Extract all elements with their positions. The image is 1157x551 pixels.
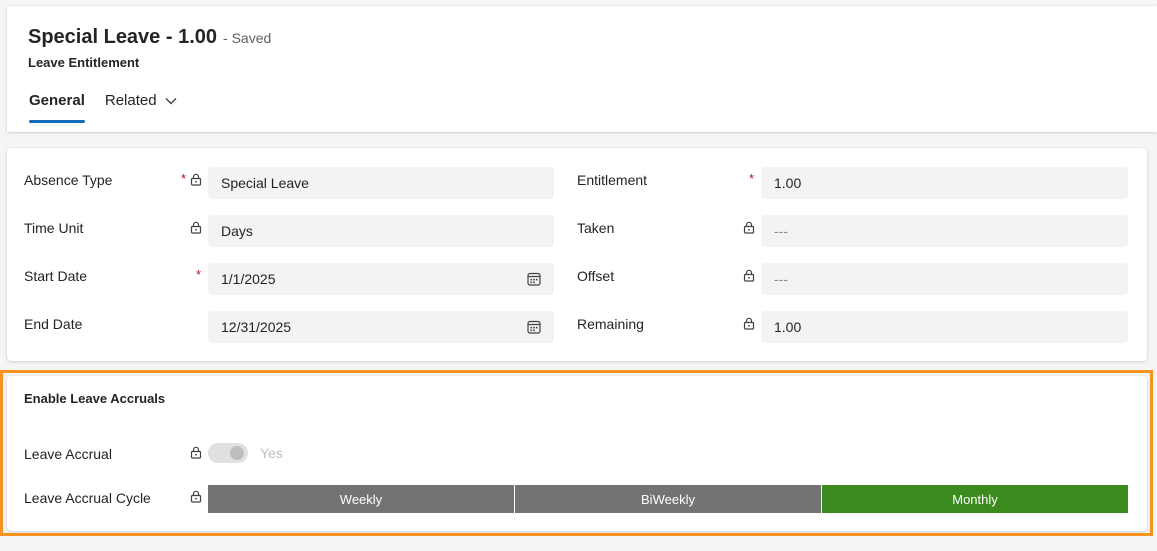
tab-general-label: General <box>29 92 85 109</box>
calendar-icon[interactable] <box>527 320 541 334</box>
start-date-value: 1/1/2025 <box>221 271 276 287</box>
offset-value: --- <box>774 271 788 287</box>
taken-value: --- <box>774 223 788 239</box>
tab-general[interactable]: General <box>29 92 85 123</box>
title-row: Special Leave - 1.00 - Saved <box>28 26 271 49</box>
entitlement-field[interactable]: 1.00 <box>761 167 1128 199</box>
lock-icon <box>743 221 755 234</box>
option-monthly[interactable]: Monthly <box>822 485 1128 513</box>
option-label: Weekly <box>339 491 383 507</box>
offset-label: Offset <box>577 268 615 284</box>
general-fields-section: Absence Type * Special Leave Time Unit D… <box>7 148 1147 361</box>
required-indicator: * <box>749 171 755 186</box>
entity-name: Leave Entitlement <box>28 55 140 70</box>
remaining-field[interactable]: 1.00 <box>761 311 1128 343</box>
required-indicator: * <box>196 267 202 282</box>
leave-accrual-value: Yes <box>260 445 283 461</box>
lock-icon <box>190 490 202 503</box>
start-date-label: Start Date <box>24 268 88 284</box>
entitlement-label: Entitlement <box>577 172 648 188</box>
toggle-knob <box>230 446 244 460</box>
taken-label: Taken <box>577 220 615 236</box>
option-label: Monthly <box>952 491 998 507</box>
save-status: - Saved <box>223 30 272 46</box>
absence-type-label: Absence Type <box>24 172 113 188</box>
required-indicator: * <box>181 171 187 186</box>
end-date-field[interactable]: 12/31/2025 <box>208 311 554 343</box>
lock-icon <box>743 317 755 330</box>
tab-list: General Related <box>29 92 197 123</box>
lock-icon <box>190 446 202 459</box>
tab-related[interactable]: Related <box>105 92 177 109</box>
end-date-value: 12/31/2025 <box>221 319 292 335</box>
taken-field[interactable]: --- <box>761 215 1128 247</box>
entitlement-value: 1.00 <box>774 175 802 191</box>
leave-accrual-cycle-label: Leave Accrual Cycle <box>24 490 151 506</box>
leave-accruals-section: Enable Leave Accruals Leave Accrual Yes … <box>7 376 1147 531</box>
offset-field[interactable]: --- <box>761 263 1128 295</box>
time-unit-field[interactable]: Days <box>208 215 554 247</box>
remaining-label: Remaining <box>577 316 644 332</box>
accrual-cycle-selector: Weekly BiWeekly Monthly <box>208 485 1128 513</box>
option-biweekly[interactable]: BiWeekly <box>515 485 822 513</box>
calendar-icon[interactable] <box>527 272 541 286</box>
lock-icon <box>190 221 202 234</box>
time-unit-label: Time Unit <box>24 220 84 236</box>
start-date-field[interactable]: 1/1/2025 <box>208 263 554 295</box>
chevron-down-icon <box>165 97 177 104</box>
form-header: Special Leave - 1.00 - Saved Leave Entitl… <box>7 6 1157 132</box>
time-unit-value: Days <box>221 223 253 239</box>
option-weekly[interactable]: Weekly <box>208 485 515 513</box>
end-date-label: End Date <box>24 316 83 332</box>
remaining-value: 1.00 <box>774 319 802 335</box>
record-title: Special Leave - 1.00 <box>28 26 218 48</box>
section-title: Enable Leave Accruals <box>24 391 166 406</box>
option-label: BiWeekly <box>641 491 695 507</box>
leave-accrual-toggle[interactable] <box>208 443 248 463</box>
leave-accrual-label: Leave Accrual <box>24 446 112 462</box>
absence-type-value: Special Leave <box>221 175 309 191</box>
absence-type-field[interactable]: Special Leave <box>208 167 554 199</box>
lock-icon <box>743 269 755 282</box>
lock-icon <box>190 173 202 186</box>
tab-related-label: Related <box>104 92 157 109</box>
